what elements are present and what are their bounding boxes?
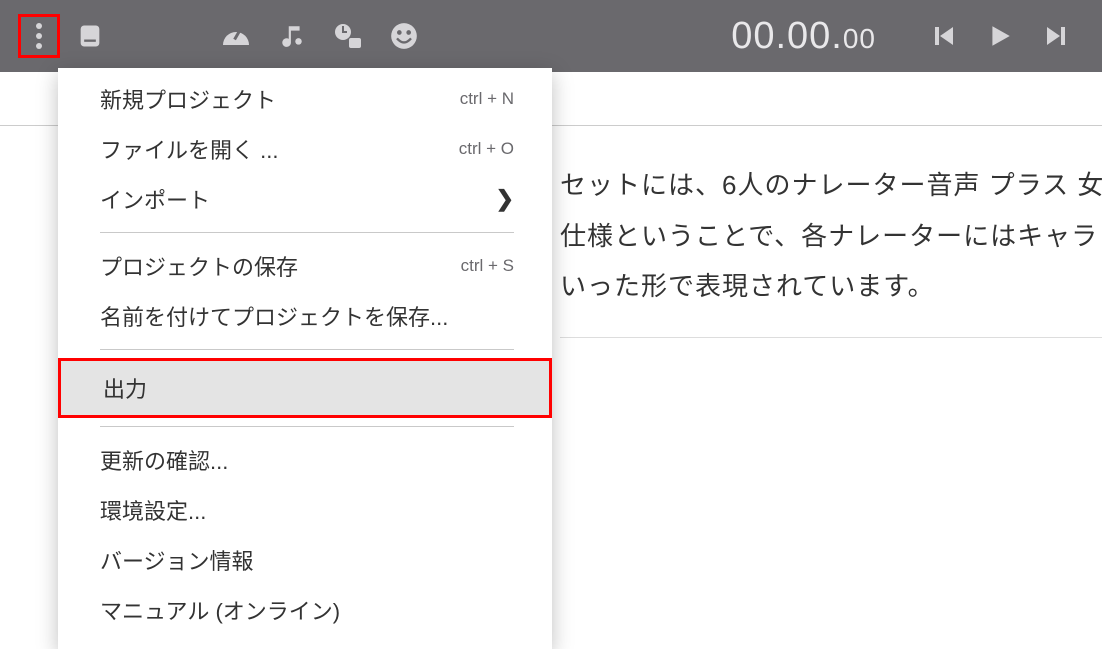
skip-next-button[interactable] [1028,14,1084,58]
menu-item-save-as[interactable]: 名前を付けてプロジェクトを保存... [58,291,552,341]
skip-prev-button[interactable] [916,14,972,58]
export-highlight: 出力 [58,358,552,418]
document-icon [76,22,104,50]
time-display: 00.00.00 [731,15,876,58]
menu-item-save-project[interactable]: プロジェクトの保存 ctrl + S [58,241,552,291]
menu-item-export[interactable]: 出力 [58,358,552,418]
menu-shortcut: ctrl + O [459,139,514,159]
menu-separator [100,232,514,233]
dashboard-button[interactable] [208,14,264,58]
menu-separator [100,426,514,427]
skip-previous-icon [932,24,956,48]
main-menu-dropdown: 新規プロジェクト ctrl + N ファイルを開く ... ctrl + O イ… [58,68,552,649]
timer-button[interactable] [320,14,376,58]
menu-shortcut: ctrl + N [460,89,514,109]
body-line-3: いった形で表現されています。 [560,261,1102,312]
menu-label: 新規プロジェクト [100,83,276,115]
menu-label: 出力 [103,377,147,402]
menu-label: プロジェクトの保存 [100,250,298,282]
menu-item-new-project[interactable]: 新規プロジェクト ctrl + N [58,74,552,124]
toolbar-left [18,14,432,58]
gauge-icon [221,23,251,49]
menu-item-manual[interactable]: マニュアル (オンライン) [58,585,552,635]
menu-item-check-update[interactable]: 更新の確認... [58,435,552,485]
menu-label: ファイルを開く ... [100,133,278,165]
menu-item-import[interactable]: インポート ❯ [58,174,552,224]
body-line-2: 仕様ということで、各ナレーターにはキャラ [560,211,1102,262]
menu-separator [100,349,514,350]
toolbar-right: 00.00.00 [731,14,1084,58]
time-minor: 00 [843,23,876,54]
toolbar: 00.00.00 [0,0,1102,72]
music-note-icon [279,23,305,49]
play-button[interactable] [972,14,1028,58]
body-line-1: セットには、6人のナレーター音声 プラス 女 [560,160,1102,211]
menu-item-open-file[interactable]: ファイルを開く ... ctrl + O [58,124,552,174]
menu-item-version[interactable]: バージョン情報 [58,535,552,585]
menu-label: 更新の確認... [100,444,228,476]
menu-label: 環境設定... [100,494,206,526]
time-major: 00.00. [731,15,843,57]
menu-button[interactable] [18,14,60,58]
menu-shortcut: ctrl + S [461,256,514,276]
menu-label: バージョン情報 [100,544,254,576]
more-vertical-icon [35,22,43,50]
smiley-icon [390,22,418,50]
music-button[interactable] [264,14,320,58]
menu-item-preferences[interactable]: 環境設定... [58,485,552,535]
content-divider [560,337,1102,338]
document-button[interactable] [62,14,118,58]
chevron-right-icon: ❯ [496,186,514,212]
emoji-button[interactable] [376,14,432,58]
menu-label: 名前を付けてプロジェクトを保存... [100,300,448,332]
schedule-icon [333,22,363,50]
menu-label: インポート [100,183,210,215]
skip-next-icon [1044,24,1068,48]
play-icon [987,23,1013,49]
menu-label: マニュアル (オンライン) [100,594,340,626]
